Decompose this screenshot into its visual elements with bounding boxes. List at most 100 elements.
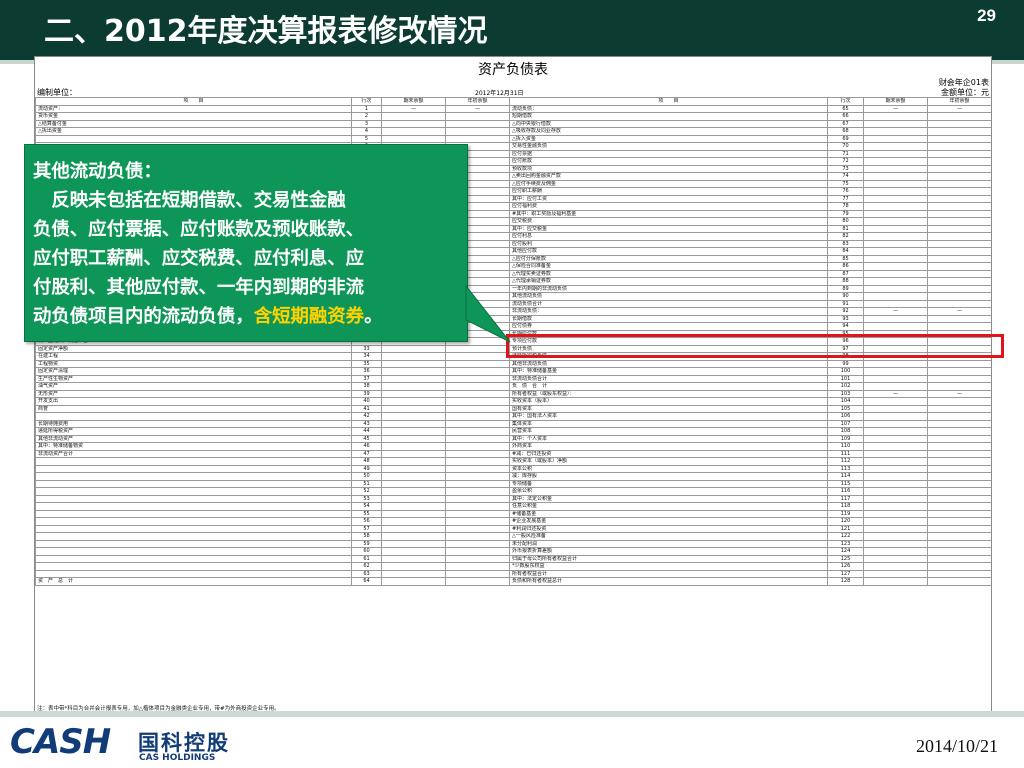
table-cell [863,569,928,578]
table-cell [863,532,928,541]
table-cell [863,217,928,226]
table-cell [927,247,991,256]
table-cell [863,262,928,271]
table-cell: 3 [351,119,382,128]
table-cell: 67 [827,119,864,128]
table-cell [381,397,446,406]
table-cell [863,577,928,586]
table-cell: 外币报表折算差额 [509,547,828,556]
table-cell [927,224,991,233]
table-cell: △卖出回购金融资产款 [509,172,828,181]
table-cell [927,494,991,503]
table-cell [927,232,991,241]
table-cell [863,479,928,488]
table-cell: — [927,104,991,113]
table-cell: 其他流动负债 [509,292,828,301]
table-cell: 74 [827,172,864,181]
sheet-title: 资产负债表 [478,62,548,78]
table-cell: 短期借款 [509,112,828,121]
table-cell [863,284,928,293]
table-cell [381,487,446,496]
table-cell: 盈余公积 [509,487,828,496]
table-cell: 33 [351,344,382,353]
table-cell [927,149,991,158]
table-cell: △拆出资金 [35,127,352,136]
table-cell [927,547,991,556]
table-cell: 实收资本（或股本）净额 [509,457,828,466]
header-bar: 二、2012年度决算报表修改情况 29 [0,0,1024,60]
table-row: 油气资产 38 负 债 合 计 102 [35,382,991,391]
table-cell: 89 [827,284,864,293]
table-cell [863,382,928,391]
table-cell: 应付职工薪酬 [509,187,828,196]
table-cell [927,434,991,443]
table-cell: △代理买卖证券款 [509,269,828,278]
table-cell: 73 [827,164,864,173]
table-cell [381,532,446,541]
table-cell [927,187,991,196]
table-cell: 90 [827,292,864,301]
table-cell: 122 [827,532,864,541]
table-cell: △应付分保账款 [509,254,828,263]
table-cell [35,532,352,541]
table-cell [381,442,446,451]
table-row: 53 其中：法定公积金 117 [35,494,991,503]
table-cell: 油气资产 [35,382,352,391]
table-cell: 其他非流动资产 [35,434,352,443]
table-cell: 91 [827,299,864,308]
table-cell [863,547,928,556]
table-cell [35,524,352,533]
table-cell: 所有者权益（或股东权益）： [509,389,828,398]
table-cell [445,389,510,398]
table-cell: — [863,307,928,316]
table-cell [445,464,510,473]
table-cell: 57 [351,524,382,533]
table-row: 55 #储备基金 119 [35,509,991,518]
table-row: 57 #利润归还投资 121 [35,524,991,533]
table-cell: 70 [827,142,864,151]
table-cell [445,134,510,143]
table-cell: 商誉 [35,404,352,413]
table-cell: 在建工程 [35,352,352,361]
table-cell: #其中：职工奖励及福利基金 [509,209,828,218]
table-cell [863,494,928,503]
table-cell: 其中：法定公积金 [509,494,828,503]
table-cell [381,464,446,473]
table-cell [927,194,991,203]
table-cell: 82 [827,232,864,241]
table-row: 货币资金 2 短期借款 66 [35,112,991,121]
table-cell: 年初余额 [445,97,510,106]
table-cell: 负 债 合 计 [509,382,828,391]
table-cell [863,172,928,181]
table-cell [445,487,510,496]
table-cell: 109 [827,434,864,443]
table-cell [927,367,991,376]
table-cell: 38 [351,382,382,391]
table-cell: 5 [351,134,382,143]
table-row: 固定资产清理 36 其中：特准储备基金 100 [35,367,991,376]
table-cell: 84 [827,247,864,256]
table-cell: 65 [827,104,864,113]
table-cell [927,419,991,428]
table-cell: △一般风险准备 [509,532,828,541]
table-cell [863,194,928,203]
table-cell [381,404,446,413]
table-cell: 103 [827,389,864,398]
table-cell: 货币资金 [35,112,352,121]
table-cell [381,427,446,436]
table-cell: 项 目 [35,97,352,106]
table-cell [35,412,352,421]
table-cell [445,509,510,518]
table-cell [863,464,928,473]
table-cell: 48 [351,457,382,466]
table-cell [863,149,928,158]
table-cell: 民营资本 [509,427,828,436]
table-cell [927,157,991,166]
table-cell [445,479,510,488]
footer-divider [0,711,1024,717]
table-cell [927,127,991,136]
table-cell [863,412,928,421]
table-cell [381,419,446,428]
period-label: 2012年12月31日 [475,90,524,97]
table-row: 62 *少数股东权益 126 [35,562,991,571]
